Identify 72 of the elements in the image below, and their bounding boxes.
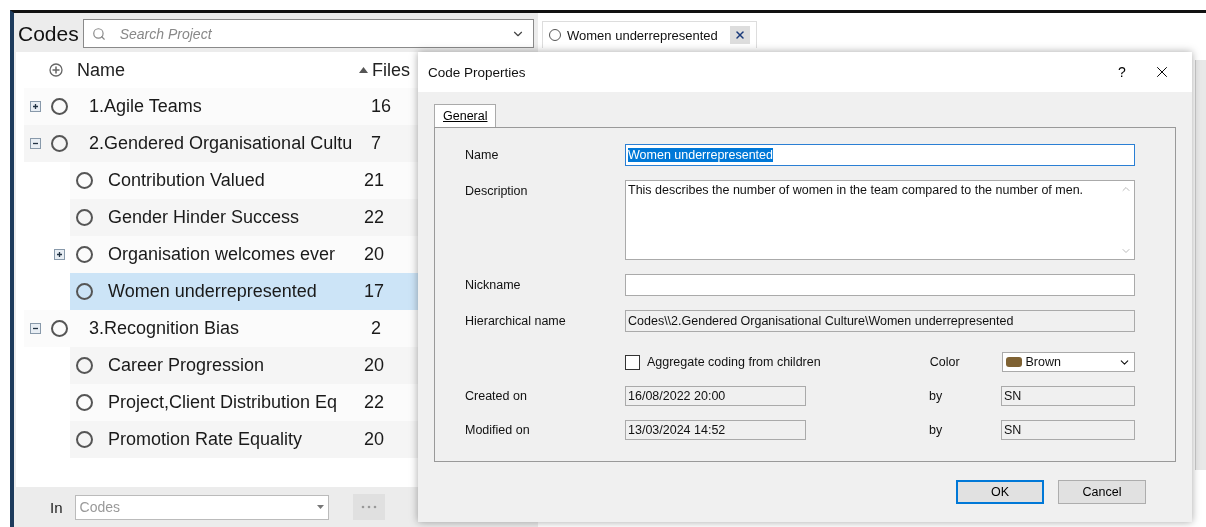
search-field[interactable]: Search Project [82, 19, 534, 48]
tab-label: Women underrepresented [567, 27, 718, 43]
field-label: Nickname [465, 278, 522, 292]
code-circle-icon [76, 209, 93, 226]
file-count: 20 [364, 429, 385, 450]
field-label: by [929, 389, 944, 403]
code-circle-icon [76, 431, 93, 448]
search-icon [91, 26, 106, 41]
color-dropdown[interactable]: Brown [1001, 352, 1135, 372]
column-header[interactable]: Name [77, 59, 359, 81]
code-name: Women underrepresented [108, 281, 318, 302]
close-tab-button[interactable] [729, 26, 750, 44]
code-name: Project,Client Distribution Eq [108, 392, 339, 413]
code-circle-icon [76, 172, 93, 189]
dialog-tab[interactable]: General [434, 104, 497, 127]
field-label: Color [929, 355, 961, 369]
file-count: 17 [364, 281, 385, 302]
date-field: 13/03/2024 14:52 [625, 420, 806, 440]
nickname-field[interactable] [625, 274, 1135, 296]
help-button[interactable]: ? [1102, 63, 1142, 81]
date-field: 16/08/2022 20:00 [625, 386, 806, 406]
column-header[interactable]: Files [372, 59, 410, 81]
checkbox[interactable] [625, 354, 640, 370]
user-field: SN [1001, 386, 1135, 406]
dialog-title: Code Properties [428, 64, 527, 80]
code-circle-icon [51, 135, 68, 152]
user-field: SN [1001, 420, 1135, 440]
code-name: Career Progression [108, 355, 266, 376]
caret-icon [316, 505, 324, 509]
file-count: 7 [371, 133, 381, 154]
code-circle-icon [76, 246, 93, 263]
code-circle-icon [76, 283, 93, 300]
code-name: 1.Agile Teams [89, 96, 203, 117]
expand-icon[interactable] [30, 101, 41, 112]
code-circle-icon [76, 357, 93, 374]
code-circle-icon [51, 320, 68, 337]
file-count: 22 [364, 207, 385, 228]
code-name: Gender Hinder Success [108, 207, 301, 228]
field-label: by [929, 423, 944, 437]
add-circle-icon[interactable] [49, 63, 63, 77]
close-icon [733, 29, 746, 41]
ellipsis-icon [360, 505, 377, 509]
file-count: 20 [364, 355, 385, 376]
code-name: Organisation welcomes ever [108, 244, 337, 265]
description-field[interactable]: This describes the number of women in the team compared to the number of men. [625, 180, 1135, 260]
file-count: 22 [364, 392, 385, 413]
field-label: Name [465, 148, 500, 162]
expand-icon[interactable] [54, 249, 65, 260]
code-name: Contribution Valued [108, 170, 266, 191]
panel-title: Codes [18, 21, 79, 46]
checkbox-label: Aggregate coding from children [646, 355, 822, 369]
sort-up-icon [359, 67, 368, 73]
collapse-icon[interactable] [30, 323, 41, 334]
field-label: Description [465, 184, 529, 198]
collapse-icon[interactable] [30, 138, 41, 149]
code-name: Promotion Rate Equality [108, 429, 304, 450]
name-field[interactable]: Women underrepresented [625, 144, 1135, 166]
hierarchical-name-field: Codes\\2.Gendered Organisational Culture\Women underrepresented [625, 310, 1135, 332]
code-name: 2.Gendered Organisational Cultu [89, 133, 354, 154]
code-circle-icon [51, 98, 68, 115]
field-label: Modified on [465, 423, 531, 437]
code-circle-icon [76, 394, 93, 411]
dialog-button[interactable]: OK [956, 480, 1044, 504]
code-name: 3.Recognition Bias [89, 318, 241, 339]
document-tab[interactable]: Women underrepresented [542, 21, 757, 48]
file-count: 2 [371, 318, 381, 339]
scope-label: In [50, 498, 63, 516]
file-count: 16 [371, 96, 392, 117]
field-label: Created on [465, 389, 528, 403]
file-count: 20 [364, 244, 385, 265]
dialog-button[interactable]: Cancel [1058, 480, 1146, 504]
file-count: 21 [364, 170, 385, 191]
